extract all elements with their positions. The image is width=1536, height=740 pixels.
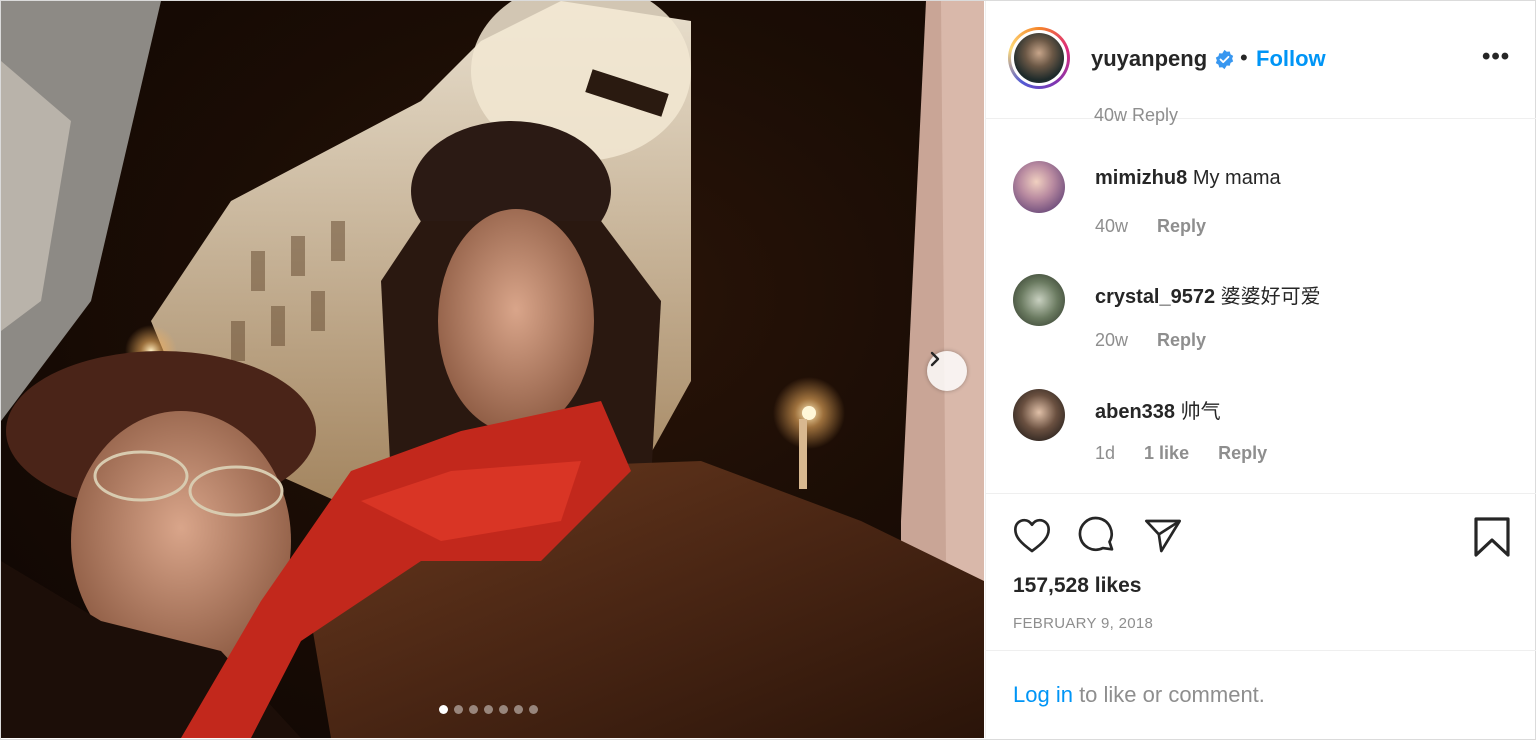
verified-badge-icon	[1215, 49, 1234, 70]
comment-likes-count[interactable]: 1 like	[1144, 443, 1189, 463]
commenter-avatar[interactable]	[1013, 161, 1065, 213]
chevron-right-icon	[930, 351, 940, 367]
comment-body: 婆婆好可爱	[1220, 286, 1321, 308]
truncated-comment-meta: 40w Reply	[1094, 105, 1179, 125]
comment-body: My mama	[1192, 167, 1281, 189]
comment-item: crystal_9572 婆婆好可爱 20w Reply	[986, 274, 1536, 374]
comment-item: aben338 帅气 1d 1 like Reply	[986, 389, 1536, 489]
author-username[interactable]: yuyanpeng	[1091, 46, 1207, 72]
save-bookmark-icon[interactable]	[1472, 516, 1512, 558]
comment-bubble-icon[interactable]	[1077, 516, 1117, 556]
commenter-username[interactable]: aben338	[1095, 401, 1175, 423]
commenter-username[interactable]: mimizhu8	[1095, 167, 1187, 189]
comment-body: 帅气	[1180, 401, 1221, 423]
comment-time: 1d	[1095, 443, 1116, 463]
carousel-dot	[529, 705, 538, 714]
photo-illustration	[1, 1, 984, 738]
carousel-dot	[499, 705, 508, 714]
follow-button[interactable]: Follow	[1256, 46, 1326, 72]
comment-meta: 20w Reply	[1095, 330, 1230, 351]
carousel-indicator	[439, 705, 538, 714]
reply-button[interactable]: Reply	[1157, 216, 1206, 236]
post-header: yuyanpeng • Follow ••• 40w Reply	[986, 1, 1536, 125]
comment-item: mimizhu8 My mama 40w Reply	[986, 161, 1536, 261]
comment-text-line: aben338 帅气	[1095, 395, 1221, 424]
carousel-dot	[469, 705, 478, 714]
comment-time: 40w	[1095, 216, 1129, 236]
comment-meta: 40w Reply	[1095, 216, 1230, 237]
commenter-username[interactable]: crystal_9572	[1095, 286, 1215, 308]
likes-count[interactable]: 157,528 likes	[1013, 574, 1141, 598]
comment-text-line: crystal_9572 婆婆好可爱	[1095, 280, 1321, 309]
reply-button[interactable]: Reply	[1218, 443, 1267, 463]
post-side-panel: yuyanpeng • Follow ••• 40w Reply mimizhu…	[985, 1, 1536, 738]
like-heart-icon[interactable]	[1012, 516, 1052, 556]
carousel-dot	[454, 705, 463, 714]
post-photo[interactable]	[1, 1, 984, 738]
header-separator: •	[1240, 45, 1248, 70]
post-actions: 157,528 likes FEBRUARY 9, 2018	[986, 493, 1536, 651]
comment-time: 20w	[1095, 330, 1129, 350]
carousel-dot	[514, 705, 523, 714]
carousel-dot	[439, 705, 448, 714]
comment-meta: 1d 1 like Reply	[1095, 443, 1291, 464]
login-prompt-text: to like or comment.	[1072, 682, 1265, 707]
comment-text-line: mimizhu8 My mama	[1095, 167, 1281, 190]
more-options-icon[interactable]: •••	[1482, 43, 1510, 71]
author-avatar[interactable]	[1008, 27, 1070, 89]
next-photo-button[interactable]	[927, 351, 967, 391]
share-paper-plane-icon[interactable]	[1143, 516, 1183, 556]
login-link[interactable]: Log in	[1013, 682, 1073, 707]
post-date: FEBRUARY 9, 2018	[1013, 615, 1154, 632]
reply-button[interactable]: Reply	[1157, 330, 1206, 350]
login-prompt: Log in to like or comment.	[1013, 682, 1265, 708]
author-avatar-image	[1014, 33, 1064, 83]
carousel-dot	[484, 705, 493, 714]
commenter-avatar[interactable]	[1013, 274, 1065, 326]
commenter-avatar[interactable]	[1013, 389, 1065, 441]
